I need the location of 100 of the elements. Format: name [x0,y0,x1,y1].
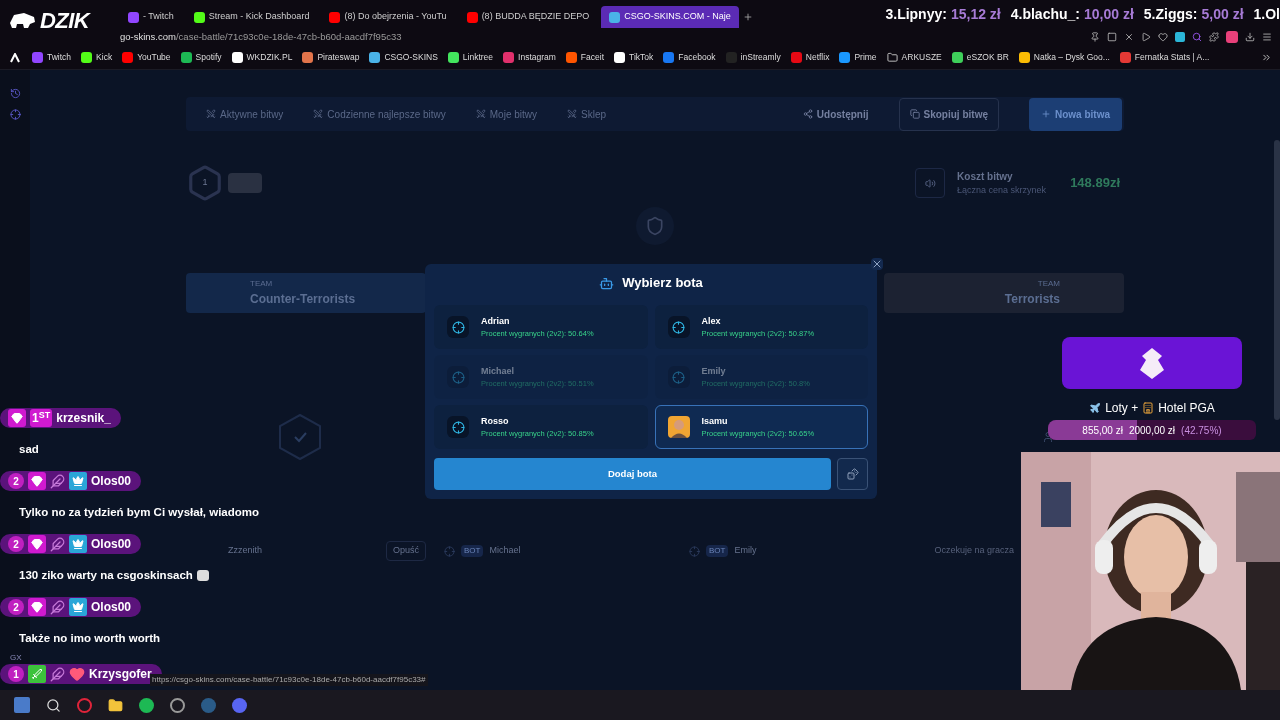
chat-username: krzesnik_ [56,410,111,427]
bot-name: Isamu [701,414,729,428]
bot-name: Emily [734,544,757,558]
bookmark-link[interactable]: Faceit [565,51,604,64]
donor-name: 3.Lipnyy: [885,5,947,24]
random-button[interactable] [837,458,868,490]
opera-icon[interactable] [77,697,92,713]
bot-icon [444,545,455,557]
site-icon [447,52,459,63]
boar-icon [8,11,36,29]
target-icon [667,366,690,388]
bookmark-link[interactable]: Linktree [447,51,494,64]
plane-icon [1089,402,1102,414]
browser-tab[interactable]: (8) BUDDA BĘDZIE DEPO [458,6,598,28]
pin-icon[interactable] [1090,32,1100,42]
recorder-icon[interactable] [170,697,185,713]
screenshot-icon[interactable] [1107,32,1117,42]
cost-value: 148.89zł [1070,174,1120,193]
close-icon[interactable] [871,258,883,270]
browser-tab[interactable]: - Twitch [120,6,182,28]
logo-text: DZIK [40,6,90,35]
browser-tab[interactable]: Stream - Kick Dashboard [185,6,318,28]
bookmark-link[interactable]: Facebook [663,51,716,64]
bookmark-link[interactable]: WKDZIK.PL [231,51,293,64]
block-icon[interactable] [1124,32,1134,42]
bookmark-link[interactable]: TikTok [614,51,654,64]
target-icon [447,366,469,388]
site-icon [725,52,737,63]
copy-battle-button[interactable]: Skopiuj bitwę [898,97,999,131]
browser-tab[interactable]: CSGO-SKINS.COM - Naje [601,6,739,28]
bot-name: Michael [489,544,521,558]
status-url: https://csgo-skins.com/case-battle/71c93c0e-18de-47cb-b60d-aacdf7f95c33# [150,674,428,686]
goal-title: Loty + [1105,400,1139,417]
bookmark-link[interactable]: Netflix [790,51,830,64]
share-button[interactable]: Udostępnij [802,106,869,122]
search-icon[interactable] [46,697,61,713]
feather-icon [50,473,65,489]
extensions-icon[interactable] [1209,32,1219,42]
profile-icon[interactable] [1226,31,1238,43]
history-icon[interactable] [9,88,21,99]
site-icon [122,52,134,63]
bookmark-link[interactable]: Instagram [503,51,556,64]
chat-message: Także no imo worth worth [19,630,160,646]
site-icon [951,52,963,63]
bookmark-link[interactable]: Prime [839,51,877,64]
new-tab-icon[interactable] [742,12,753,22]
team-label: TEAM [1037,278,1060,290]
folder-icon [886,52,898,63]
site-icon [663,52,675,63]
chat-note: GX [10,652,23,664]
app-icon[interactable] [10,52,22,63]
hexagon-icon [186,164,224,202]
browser-tab[interactable]: (8) Do obejrzenia - YouTu [321,6,455,28]
send-icon[interactable] [1141,32,1151,42]
add-bot-button[interactable]: Dodaj bota [434,458,831,490]
leave-button[interactable]: Opuść [386,541,426,561]
extension-icon[interactable] [1175,32,1185,42]
swords-icon [206,109,216,119]
plus-icon [1041,109,1051,119]
more-bookmarks-icon[interactable] [1261,52,1272,63]
site-icon [609,11,621,23]
goal-target: 2000,00 zł [1128,423,1176,438]
goal-current: 855,00 zł [1082,423,1123,438]
chat-username: Krzysgofer [89,666,152,682]
team-label: TEAM [250,278,273,290]
folder-icon[interactable] [108,697,123,713]
bookmark-link[interactable]: YouTube [122,51,171,64]
bookmark-link[interactable]: ARKUSZE [886,51,942,64]
bookmark-link[interactable]: Kick [81,51,113,64]
download-icon[interactable] [1245,32,1255,42]
url-host: go-skins.com [120,29,176,44]
bookmark-link[interactable]: Spotify [180,51,222,64]
heart-icon[interactable] [1158,32,1168,42]
donation-amount: 10,00 zł [1084,5,1134,24]
donor-name: 5.Ziggs: [1143,5,1198,24]
count-badge: 2 [8,473,24,489]
bookmark-link[interactable]: Pirateswap [302,51,360,64]
chat-message: Tylko no za tydzień bym Ci wysłał, wiadomo [19,504,260,520]
bookmark-link[interactable]: eSZOK BR [951,51,1009,64]
goal-percent: (42.75%) [1181,423,1222,438]
site-icon [1119,52,1131,63]
menu-icon[interactable] [1262,32,1272,42]
bookmark-link[interactable]: CSGO-SKINS [369,51,438,64]
feather-icon [50,666,65,682]
feather-icon [50,599,65,615]
bot-name: Alex [701,314,722,328]
bookmark-link[interactable]: Twitch [32,51,72,64]
round-number: 1 [202,176,208,190]
speaker-icon [924,177,936,189]
copy-icon [909,109,920,119]
settings-icon[interactable] [9,109,21,120]
bookmark-link[interactable]: Fernatka Stats | A... [1119,51,1210,64]
chat-message: 130 ziko warty na csgoskinsach [19,567,193,583]
url-path: /case-battle/71c93c0e-18de-47cb-b60d-aacdf7f95c33 [175,29,402,44]
count-badge: 2 [8,599,24,615]
bookmark-link[interactable]: Natka – Dysk Goo... [1018,51,1110,64]
bookmark-link[interactable]: inStreamly [725,51,781,64]
site-icon [329,11,341,23]
site-icon [614,52,625,63]
share-icon [802,109,813,119]
